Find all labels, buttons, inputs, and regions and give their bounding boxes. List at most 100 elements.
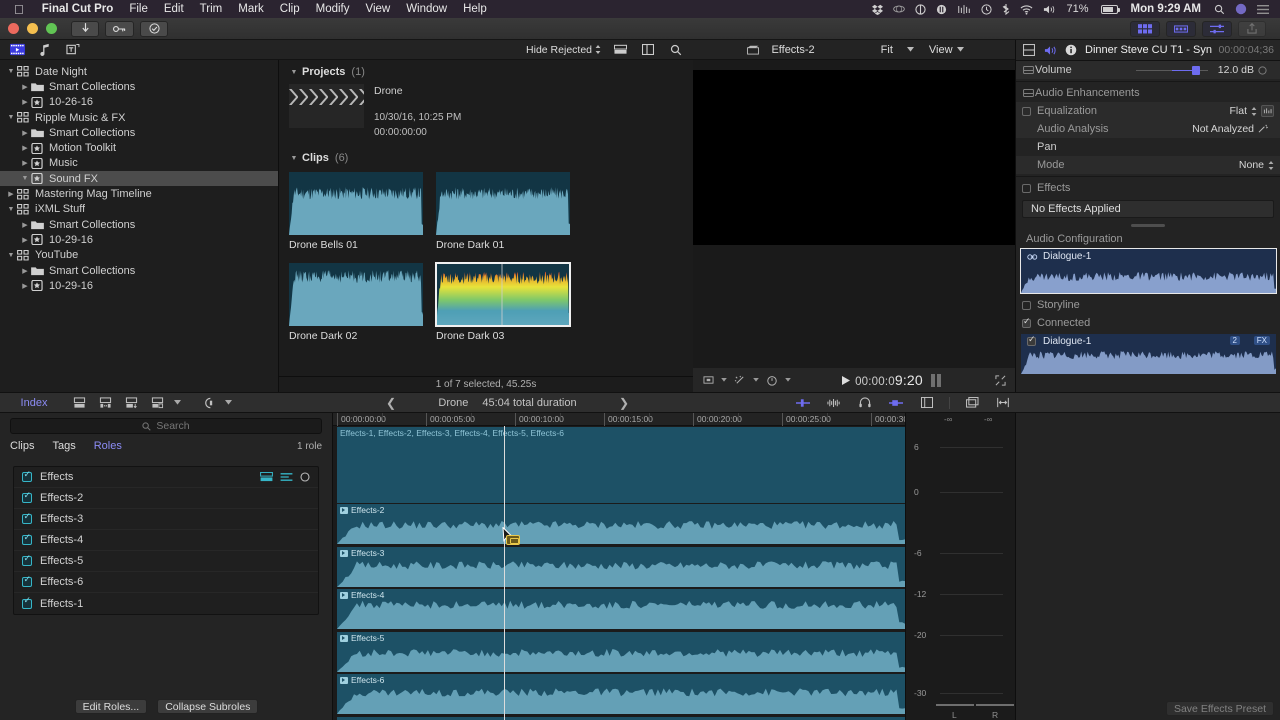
menu-item-window[interactable]: Window — [398, 3, 455, 15]
browser-clip[interactable]: Drone Dark 01 — [436, 172, 570, 251]
dropbox-icon[interactable] — [867, 4, 888, 15]
waveform-icon[interactable] — [825, 395, 843, 411]
volume-control[interactable]: 12.0 dB — [1136, 64, 1274, 76]
disclosure-triangle-down-icon[interactable]: ▼ — [289, 69, 299, 76]
zoom-fit-icon[interactable] — [994, 395, 1012, 411]
search-icon[interactable] — [667, 42, 685, 58]
timeline-lane-effects-5[interactable]: Effects-5 — [337, 632, 905, 672]
sidebar-item-ripple-music-fx[interactable]: ▼Ripple Music & FX — [0, 110, 278, 125]
role-checkbox[interactable] — [22, 472, 32, 482]
audio-meters-icon[interactable] — [1202, 21, 1232, 37]
sidebar-item-music[interactable]: ▶Music — [0, 156, 278, 171]
chevron-updown-icon[interactable] — [1251, 107, 1257, 116]
sidebar-item-sound-fx[interactable]: ▼Sound FX — [0, 171, 278, 186]
role-checkbox[interactable] — [22, 577, 32, 587]
chevron-down-icon[interactable] — [785, 378, 791, 382]
index-tab[interactable]: Index — [0, 397, 68, 409]
role-row[interactable]: Effects-2 — [14, 488, 318, 509]
disclosure-triangle-right-icon[interactable]: ▶ — [20, 144, 30, 152]
tab-tags[interactable]: Tags — [52, 440, 75, 452]
share-button[interactable] — [1238, 21, 1266, 37]
sidebar-item-10-29-16[interactable]: ▶10-29-16 — [0, 278, 278, 293]
volume-slider[interactable] — [1136, 70, 1208, 71]
edit-roles-button[interactable]: Edit Roles... — [75, 699, 148, 714]
audio-inspector-icon[interactable] — [1043, 42, 1057, 58]
retime-icon[interactable] — [763, 372, 781, 388]
chevron-down-icon[interactable] — [174, 400, 181, 405]
audio-enhancements-row[interactable]: Audio Enhancements — [1016, 84, 1280, 102]
chevron-down-icon[interactable] — [721, 378, 727, 382]
minimize-button[interactable] — [27, 23, 38, 34]
chevron-down-icon[interactable] — [753, 378, 759, 382]
project-thumbnail[interactable] — [289, 84, 364, 128]
inspector-resize-handle[interactable] — [1131, 224, 1165, 227]
timeline-lane-effects-3[interactable]: Effects-3 — [337, 547, 905, 587]
timeline-lane-effects-6[interactable]: Effects-6 — [337, 674, 905, 714]
index-search-field[interactable]: Search — [10, 418, 322, 434]
audio-lane-dialogue-1[interactable]: Dialogue-1 — [1021, 249, 1276, 293]
role-checkbox[interactable] — [22, 514, 32, 524]
role-row[interactable]: Effects-3 — [14, 509, 318, 530]
photos-audio-icon[interactable] — [8, 42, 26, 58]
keyword-icon[interactable] — [105, 21, 134, 37]
disclosure-triangle-right-icon[interactable]: ▶ — [20, 236, 30, 244]
video-inspector-icon[interactable] — [1022, 42, 1036, 58]
clip-thumbnail[interactable] — [289, 263, 423, 326]
append-edit-icon[interactable] — [70, 395, 88, 411]
menu-item-mark[interactable]: Mark — [230, 3, 272, 15]
browser-clip[interactable]: Drone Dark 03 — [436, 263, 570, 342]
sidebar-item-youtube[interactable]: ▼YouTube — [0, 248, 278, 263]
libraries-sidebar[interactable]: ▼Date Night▶Smart Collections▶10-26-16▼R… — [0, 60, 279, 392]
apple-logo-icon[interactable]:  — [6, 3, 34, 16]
sidebar-item-ixml-stuff[interactable]: ▼iXML Stuff — [0, 202, 278, 217]
menu-item-final-cut-pro[interactable]: Final Cut Pro — [34, 3, 122, 15]
music-icon[interactable] — [36, 42, 54, 58]
disclosure-triangle-down-icon[interactable]: ▼ — [6, 206, 16, 213]
disclosure-triangle-right-icon[interactable]: ▶ — [20, 282, 30, 290]
connected-checkbox[interactable] — [1022, 319, 1031, 328]
chevron-updown-icon[interactable] — [1268, 161, 1274, 170]
role-checkbox[interactable] — [22, 535, 32, 545]
disclosure-triangle-down-icon[interactable]: ▼ — [20, 175, 30, 182]
collapse-subroles-button[interactable]: Collapse Subroles — [157, 699, 258, 714]
equalization-checkbox[interactable] — [1022, 107, 1031, 116]
viewer-image[interactable] — [693, 70, 1015, 245]
disclosure-triangle-down-icon[interactable]: ▼ — [6, 68, 16, 75]
overwrite-edit-icon[interactable] — [148, 395, 166, 411]
menu-item-modify[interactable]: Modify — [308, 3, 358, 15]
timeline-lane-effects-2[interactable]: Effects-2 — [337, 504, 905, 544]
browser-clip[interactable]: Drone Dark 02 — [289, 263, 423, 342]
clip-appearance-icon[interactable] — [963, 395, 981, 411]
timeline-index-icon[interactable] — [918, 395, 936, 411]
viewer-zoom-dropdown[interactable]: Fit — [881, 44, 914, 56]
viewer-view-menu[interactable]: View — [929, 44, 964, 56]
timeline-primary-lane[interactable]: Effects-1, Effects-2, Effects-3, Effects… — [337, 427, 905, 503]
color-board-icon[interactable] — [1166, 21, 1196, 37]
volume-value[interactable]: 12.0 dB — [1218, 64, 1254, 76]
role-checkbox[interactable] — [22, 493, 32, 503]
disclosure-triangle-right-icon[interactable]: ▶ — [20, 267, 30, 275]
project-item[interactable]: Drone 10/30/16, 10:25 PM 00:00:00:00 — [279, 82, 693, 140]
sidebar-item-smart-collections[interactable]: ▶Smart Collections — [0, 217, 278, 232]
audio-meters-toggle-icon[interactable] — [794, 395, 812, 411]
import-media-icon[interactable] — [71, 21, 99, 37]
siri-icon[interactable] — [1230, 3, 1252, 15]
close-button[interactable] — [8, 23, 19, 34]
hide-rejected-dropdown[interactable]: Hide Rejected — [526, 44, 601, 56]
clip-thumbnail[interactable] — [436, 263, 570, 326]
sidebar-item-10-29-16[interactable]: ▶10-29-16 — [0, 232, 278, 247]
mode-value[interactable]: None — [1239, 159, 1264, 171]
menu-item-clip[interactable]: Clip — [272, 3, 308, 15]
audio-analysis-value-group[interactable]: Not Analyzed — [1192, 123, 1274, 135]
previous-icon[interactable]: ❮ — [380, 396, 402, 410]
browser-clip[interactable]: Drone Bells 01 — [289, 172, 423, 251]
notes-icon[interactable] — [931, 4, 952, 15]
tab-roles[interactable]: Roles — [94, 440, 122, 452]
menubar-clock[interactable]: Mon 9:29 AM — [1123, 3, 1210, 15]
menu-item-view[interactable]: View — [357, 3, 398, 15]
equalizer-icon[interactable] — [1261, 105, 1274, 117]
mode-value-group[interactable]: None — [1239, 159, 1274, 171]
storyline-row[interactable]: Storyline — [1016, 296, 1280, 314]
role-row[interactable]: Effects — [14, 467, 318, 488]
solo-icon[interactable] — [887, 395, 905, 411]
